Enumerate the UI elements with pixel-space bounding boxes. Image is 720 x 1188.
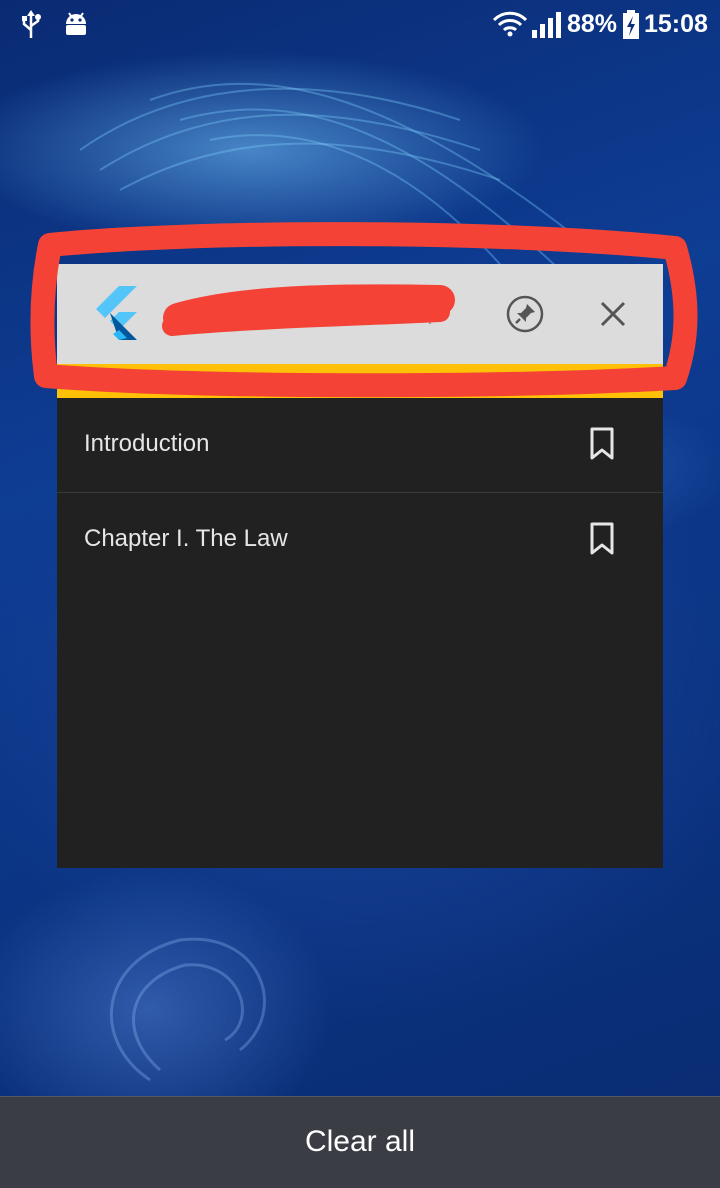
clock: 15:08 — [644, 10, 708, 38]
wifi-icon — [492, 11, 528, 37]
bookmark-outline-icon[interactable] — [587, 521, 617, 557]
android-debug-icon — [66, 12, 86, 35]
clear-all-button[interactable]: Clear all — [0, 1125, 720, 1159]
list-item-label: Chapter I. The Law — [84, 525, 288, 552]
clear-all-bar: Clear all — [0, 1096, 720, 1188]
wallpaper-swirl-bottom — [109, 937, 266, 1082]
card-header[interactable]: Th r — [57, 264, 663, 364]
list-item-label: Introduction — [84, 430, 210, 457]
flutter-logo-icon — [96, 286, 137, 340]
chapter-list: Introduction Chapter I. The Law — [57, 398, 663, 587]
close-icon[interactable] — [597, 298, 629, 330]
app-title-faded-tail: r — [427, 300, 436, 330]
app-bar-accent — [57, 364, 663, 398]
signal-icon — [532, 12, 561, 38]
bookmark-outline-icon[interactable] — [587, 426, 617, 462]
recent-app-card[interactable]: Th r Introduction Chapter I. The Law — [57, 264, 663, 868]
list-item[interactable]: Chapter I. The Law — [57, 493, 663, 587]
app-title: Th — [171, 300, 202, 330]
battery-percent: 88% — [567, 10, 618, 38]
list-item[interactable]: Introduction — [57, 398, 663, 493]
battery-charging-icon — [623, 10, 639, 39]
status-bar: 88% 15:08 — [0, 0, 720, 50]
usb-icon — [22, 10, 41, 38]
pin-icon[interactable] — [505, 294, 545, 334]
